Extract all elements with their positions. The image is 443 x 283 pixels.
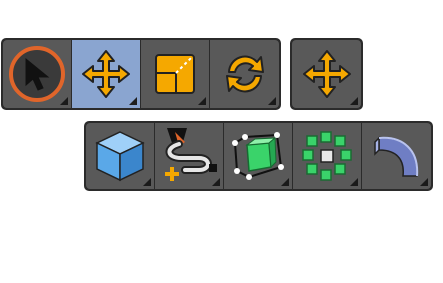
scale-tool-button[interactable] [141,40,210,108]
move-tool-button[interactable] [292,40,361,108]
move-icon [82,50,130,98]
add-cube-tool-button[interactable] [86,123,155,189]
tool-options-corner[interactable] [60,97,68,105]
tool-options-corner[interactable] [212,178,220,186]
tool-options-corner[interactable] [281,178,289,186]
transform-toolbar [1,38,281,110]
cage-edit-icon [232,132,284,180]
scatter-icon [302,131,352,181]
tool-options-corner[interactable] [129,97,137,105]
tool-options-corner[interactable] [350,178,358,186]
spin-surface-tool-button[interactable] [362,123,431,189]
rotate-tool-button[interactable] [210,40,279,108]
tool-options-corner[interactable] [198,97,206,105]
move-toolbar [290,38,363,110]
spin-surface-icon [373,136,418,177]
cage-edit-tool-button[interactable] [224,123,293,189]
select-cursor-icon [9,46,65,102]
add-toolbar [84,121,433,191]
draw-curve-tool-button[interactable] [155,123,224,189]
tool-options-corner[interactable] [268,97,276,105]
select-tool-button[interactable] [3,40,72,108]
scatter-tool-button[interactable] [293,123,362,189]
rotate-icon [225,55,264,93]
scale-icon [155,54,195,94]
tool-options-corner[interactable] [143,178,151,186]
tool-options-corner[interactable] [350,97,358,105]
move-tool-button[interactable] [72,40,141,108]
add-cube-icon [95,131,145,182]
tool-options-corner[interactable] [420,178,428,186]
move-icon [302,50,351,98]
